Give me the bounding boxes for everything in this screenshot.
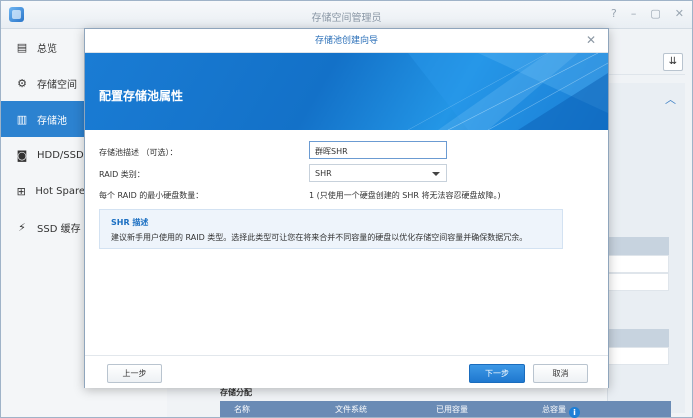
help-icon[interactable]: ? bbox=[611, 7, 617, 20]
table-header-strip bbox=[607, 329, 669, 347]
sidebar-item-storage-pool[interactable]: ▥ 存储池 bbox=[1, 101, 85, 137]
sidebar-item-label: 总览 bbox=[37, 43, 57, 55]
sidebar-item-label: SSD 缓存 bbox=[37, 223, 81, 235]
dialog-footer: 上一步 下一步 取消 bbox=[85, 355, 608, 388]
dialog-title: 存储池创建向导 bbox=[85, 29, 608, 53]
shr-info-box: SHR 描述 建议新手用户使用的 RAID 类型。选择此类型可让您在将来合并不同… bbox=[99, 209, 563, 249]
ssd-cache-icon: ⚡ bbox=[18, 220, 26, 234]
sidebar-item-label: 存储池 bbox=[37, 115, 67, 127]
overview-icon: ▤ bbox=[16, 40, 28, 54]
chevron-down-icon bbox=[432, 172, 440, 176]
banner-title: 配置存储池属性 bbox=[99, 89, 184, 103]
prev-button[interactable]: 上一步 bbox=[107, 364, 162, 383]
table-row bbox=[607, 347, 669, 365]
window-controls: ? – ▢ ✕ bbox=[611, 7, 684, 20]
raid-type-value: SHR bbox=[315, 169, 332, 178]
info-icon[interactable]: i bbox=[569, 407, 580, 418]
create-pool-wizard-dialog: 存储池创建向导 ✕ 配置存储池属性 存储池描述 （可选）： 群晖SHR RAID… bbox=[84, 28, 609, 388]
column-header-total: 总容量 i bbox=[542, 404, 580, 418]
column-header-name: 名称 bbox=[234, 405, 250, 414]
sidebar-item-ssd-cache[interactable]: ⚡ SSD 缓存 bbox=[1, 209, 85, 245]
banner-decoration bbox=[407, 53, 608, 130]
table-row bbox=[607, 273, 669, 291]
window-titlebar: 存储空间管理员 ? – ▢ ✕ bbox=[1, 1, 692, 29]
sidebar-item-label: 存储空间 bbox=[37, 79, 77, 91]
storage-pool-icon: ▥ bbox=[16, 112, 28, 126]
maximize-icon[interactable]: ▢ bbox=[650, 7, 660, 20]
storage-allocation-title: 存储分配 bbox=[220, 388, 252, 397]
column-header-total-label: 总容量 bbox=[542, 405, 566, 414]
raid-type-label: RAID 类别： bbox=[99, 170, 145, 179]
chevron-up-icon[interactable]: ︿ bbox=[665, 91, 676, 107]
sidebar: ▤ 总览 ⚙ 存储空间 ▥ 存储池 ◙ HDD/SSD ⊞ Hot Spare … bbox=[1, 29, 85, 417]
sidebar-item-hot-spare[interactable]: ⊞ Hot Spare bbox=[1, 173, 85, 209]
raid-type-select[interactable]: SHR bbox=[309, 164, 447, 182]
wizard-banner: 配置存储池属性 bbox=[85, 53, 608, 130]
hdd-icon: ◙ bbox=[16, 148, 28, 162]
min-disks-label: 每个 RAID 的最小硬盘数量： bbox=[99, 191, 204, 200]
shr-info-description: 建议新手用户使用的 RAID 类型。选择此类型可让您在将来合并不同容量的硬盘以优… bbox=[111, 233, 528, 242]
close-icon[interactable]: ✕ bbox=[584, 33, 598, 47]
min-disks-value: 1 (只使用一个硬盘创建的 SHR 将无法容忍硬盘故障。) bbox=[309, 191, 501, 200]
description-label: 存储池描述 （可选）： bbox=[99, 148, 178, 157]
sidebar-item-label: Hot Spare bbox=[35, 185, 85, 197]
table-header-strip bbox=[607, 237, 669, 255]
table-row bbox=[607, 255, 669, 273]
window-title: 存储空间管理员 bbox=[311, 13, 382, 24]
allocation-table-header: 名称 文件系统 已用容量 总容量 i bbox=[220, 401, 671, 418]
storage-space-icon: ⚙ bbox=[17, 76, 27, 90]
sidebar-item-hdd-ssd[interactable]: ◙ HDD/SSD bbox=[1, 137, 85, 173]
sidebar-item-overview[interactable]: ▤ 总览 bbox=[1, 29, 85, 65]
minimize-icon[interactable]: – bbox=[631, 7, 637, 20]
sidebar-item-label: HDD/SSD bbox=[37, 149, 84, 161]
column-header-filesystem: 文件系统 bbox=[335, 405, 367, 414]
cancel-button[interactable]: 取消 bbox=[533, 364, 588, 383]
hot-spare-icon: ⊞ bbox=[16, 184, 26, 198]
column-header-used: 已用容量 bbox=[436, 405, 468, 414]
close-window-icon[interactable]: ✕ bbox=[675, 7, 684, 20]
description-input[interactable]: 群晖SHR bbox=[309, 141, 447, 159]
sidebar-item-storage-space[interactable]: ⚙ 存储空间 bbox=[1, 65, 85, 101]
sort-button[interactable]: ⇊ bbox=[663, 53, 683, 71]
shr-info-title: SHR 描述 bbox=[111, 218, 149, 227]
next-button[interactable]: 下一步 bbox=[469, 364, 525, 383]
